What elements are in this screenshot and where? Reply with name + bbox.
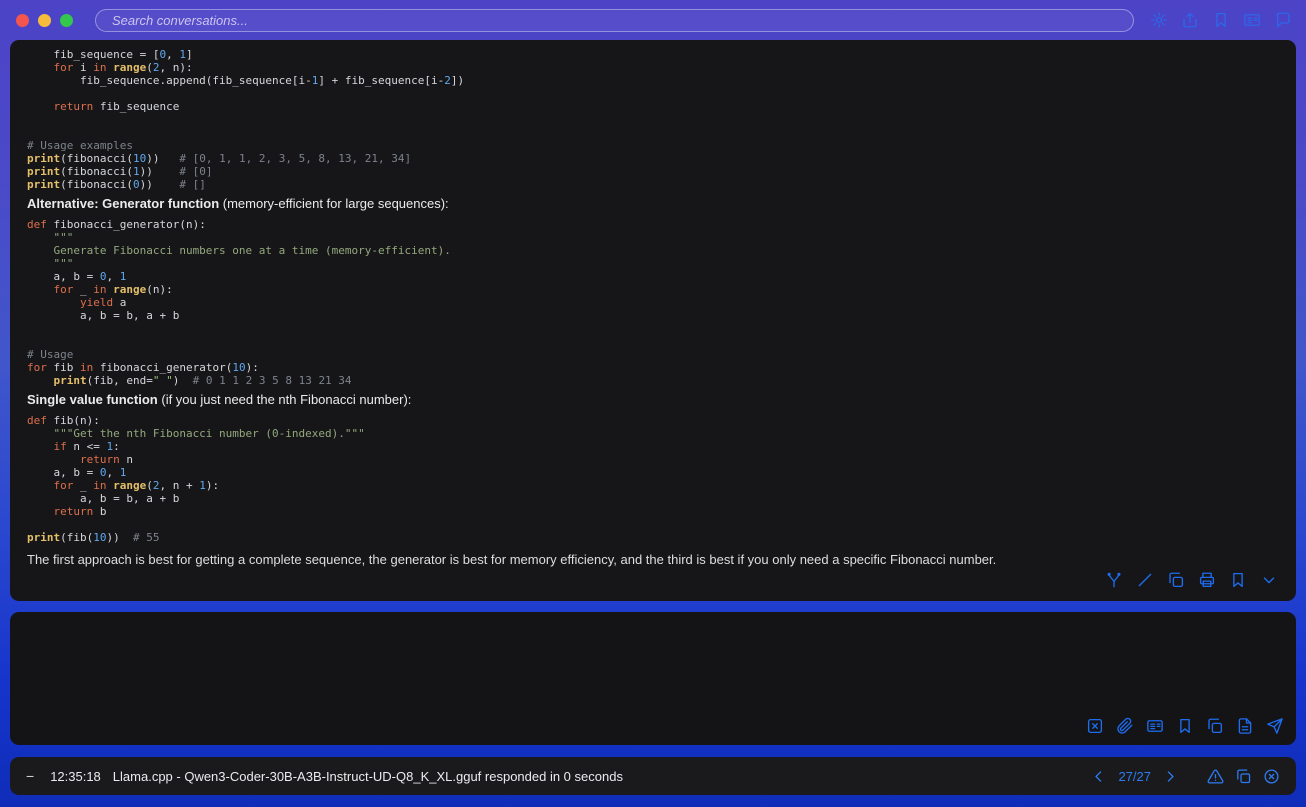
traffic-lights [16, 14, 73, 27]
code-line [27, 126, 1282, 139]
titlebar-toolbar [1150, 11, 1292, 29]
code-line: fib_sequence.append(fib_sequence[i-1] + … [27, 74, 1282, 87]
status-text: Llama.cpp - Qwen3-Coder-30B-A3B-Instruct… [113, 769, 623, 784]
section-heading: Single value function (if you just need … [27, 392, 1282, 408]
x-square-icon[interactable] [1086, 717, 1104, 735]
status-bar: − 12:35:18 Llama.cpp - Qwen3-Coder-30B-A… [10, 757, 1296, 795]
status-time: 12:35:18 [50, 769, 101, 784]
circle-x-icon[interactable] [1263, 768, 1280, 785]
message-counter: 27/27 [1118, 769, 1151, 784]
code-line: if n <= 1: [27, 440, 1282, 453]
code-line: a, b = b, a + b [27, 309, 1282, 322]
chat-panel: fib_sequence = [0, 1] for i in range(2, … [10, 40, 1296, 601]
status-right: 27/27 [1090, 768, 1280, 785]
code-line: # Usage examples [27, 139, 1282, 152]
card-icon[interactable] [1243, 11, 1261, 29]
warning-icon[interactable] [1207, 768, 1224, 785]
chevron-left-icon[interactable] [1090, 768, 1107, 785]
bookmark-icon[interactable] [1229, 571, 1247, 589]
minimize-window-button[interactable] [38, 14, 51, 27]
code-line [27, 322, 1282, 335]
composer-panel [10, 612, 1296, 745]
chevron-right-icon[interactable] [1162, 768, 1179, 785]
code-line: fib_sequence = [0, 1] [27, 48, 1282, 61]
pencil-icon[interactable] [1136, 571, 1154, 589]
zoom-window-button[interactable] [60, 14, 73, 27]
code-line: return b [27, 505, 1282, 518]
code-line: Generate Fibonacci numbers one at a time… [27, 244, 1282, 257]
code-line: print(fibonacci(0)) # [] [27, 178, 1282, 191]
file-icon[interactable] [1236, 717, 1254, 735]
printer-icon[interactable] [1198, 571, 1216, 589]
code-line: def fibonacci_generator(n): [27, 218, 1282, 231]
message-input[interactable] [22, 622, 1284, 717]
code-line: print(fibonacci(1)) # [0] [27, 165, 1282, 178]
message-content: fib_sequence = [0, 1] for i in range(2, … [27, 48, 1282, 568]
bookmark-icon[interactable] [1176, 717, 1194, 735]
collapse-button[interactable]: − [26, 768, 34, 784]
code-line: """ [27, 257, 1282, 270]
code-line: yield a [27, 296, 1282, 309]
status-toolbar [1207, 768, 1280, 785]
code-line: for _ in range(2, n + 1): [27, 479, 1282, 492]
bookmark-icon[interactable] [1212, 11, 1230, 29]
code-line [27, 87, 1282, 100]
code-line: return fib_sequence [27, 100, 1282, 113]
send-icon[interactable] [1266, 717, 1284, 735]
chat-bubble-icon[interactable] [1274, 11, 1292, 29]
paragraph: The first approach is best for getting a… [27, 552, 1282, 568]
card-icon[interactable] [1146, 717, 1164, 735]
code-line [27, 113, 1282, 126]
titlebar [0, 0, 1306, 40]
code-line: def fib(n): [27, 414, 1282, 427]
copy-icon[interactable] [1167, 571, 1185, 589]
copy-icon[interactable] [1206, 717, 1224, 735]
code-line [27, 335, 1282, 348]
code-line: """Get the nth Fibonacci number (0-index… [27, 427, 1282, 440]
code-line: a, b = 0, 1 [27, 270, 1282, 283]
search-input[interactable] [95, 9, 1134, 32]
section-heading: Alternative: Generator function (memory-… [27, 196, 1282, 212]
code-line: a, b = 0, 1 [27, 466, 1282, 479]
paperclip-icon[interactable] [1116, 717, 1134, 735]
code-line: """ [27, 231, 1282, 244]
code-line: a, b = b, a + b [27, 492, 1282, 505]
composer-toolbar [22, 717, 1284, 735]
code-line: for fib in fibonacci_generator(10): [27, 361, 1282, 374]
code-line: for i in range(2, n): [27, 61, 1282, 74]
message-actions [27, 571, 1282, 593]
code-line: print(fib(10)) # 55 [27, 531, 1282, 544]
gear-icon[interactable] [1150, 11, 1168, 29]
fork-icon[interactable] [1105, 571, 1123, 589]
chevron-down-icon[interactable] [1260, 571, 1278, 589]
code-line: print(fibonacci(10)) # [0, 1, 1, 2, 3, 5… [27, 152, 1282, 165]
code-line: print(fib, end=" ") # 0 1 1 2 3 5 8 13 2… [27, 374, 1282, 387]
code-line: for _ in range(n): [27, 283, 1282, 296]
close-window-button[interactable] [16, 14, 29, 27]
copy-icon[interactable] [1235, 768, 1252, 785]
code-line: return n [27, 453, 1282, 466]
code-line: # Usage [27, 348, 1282, 361]
code-line [27, 518, 1282, 531]
upload-icon[interactable] [1181, 11, 1199, 29]
